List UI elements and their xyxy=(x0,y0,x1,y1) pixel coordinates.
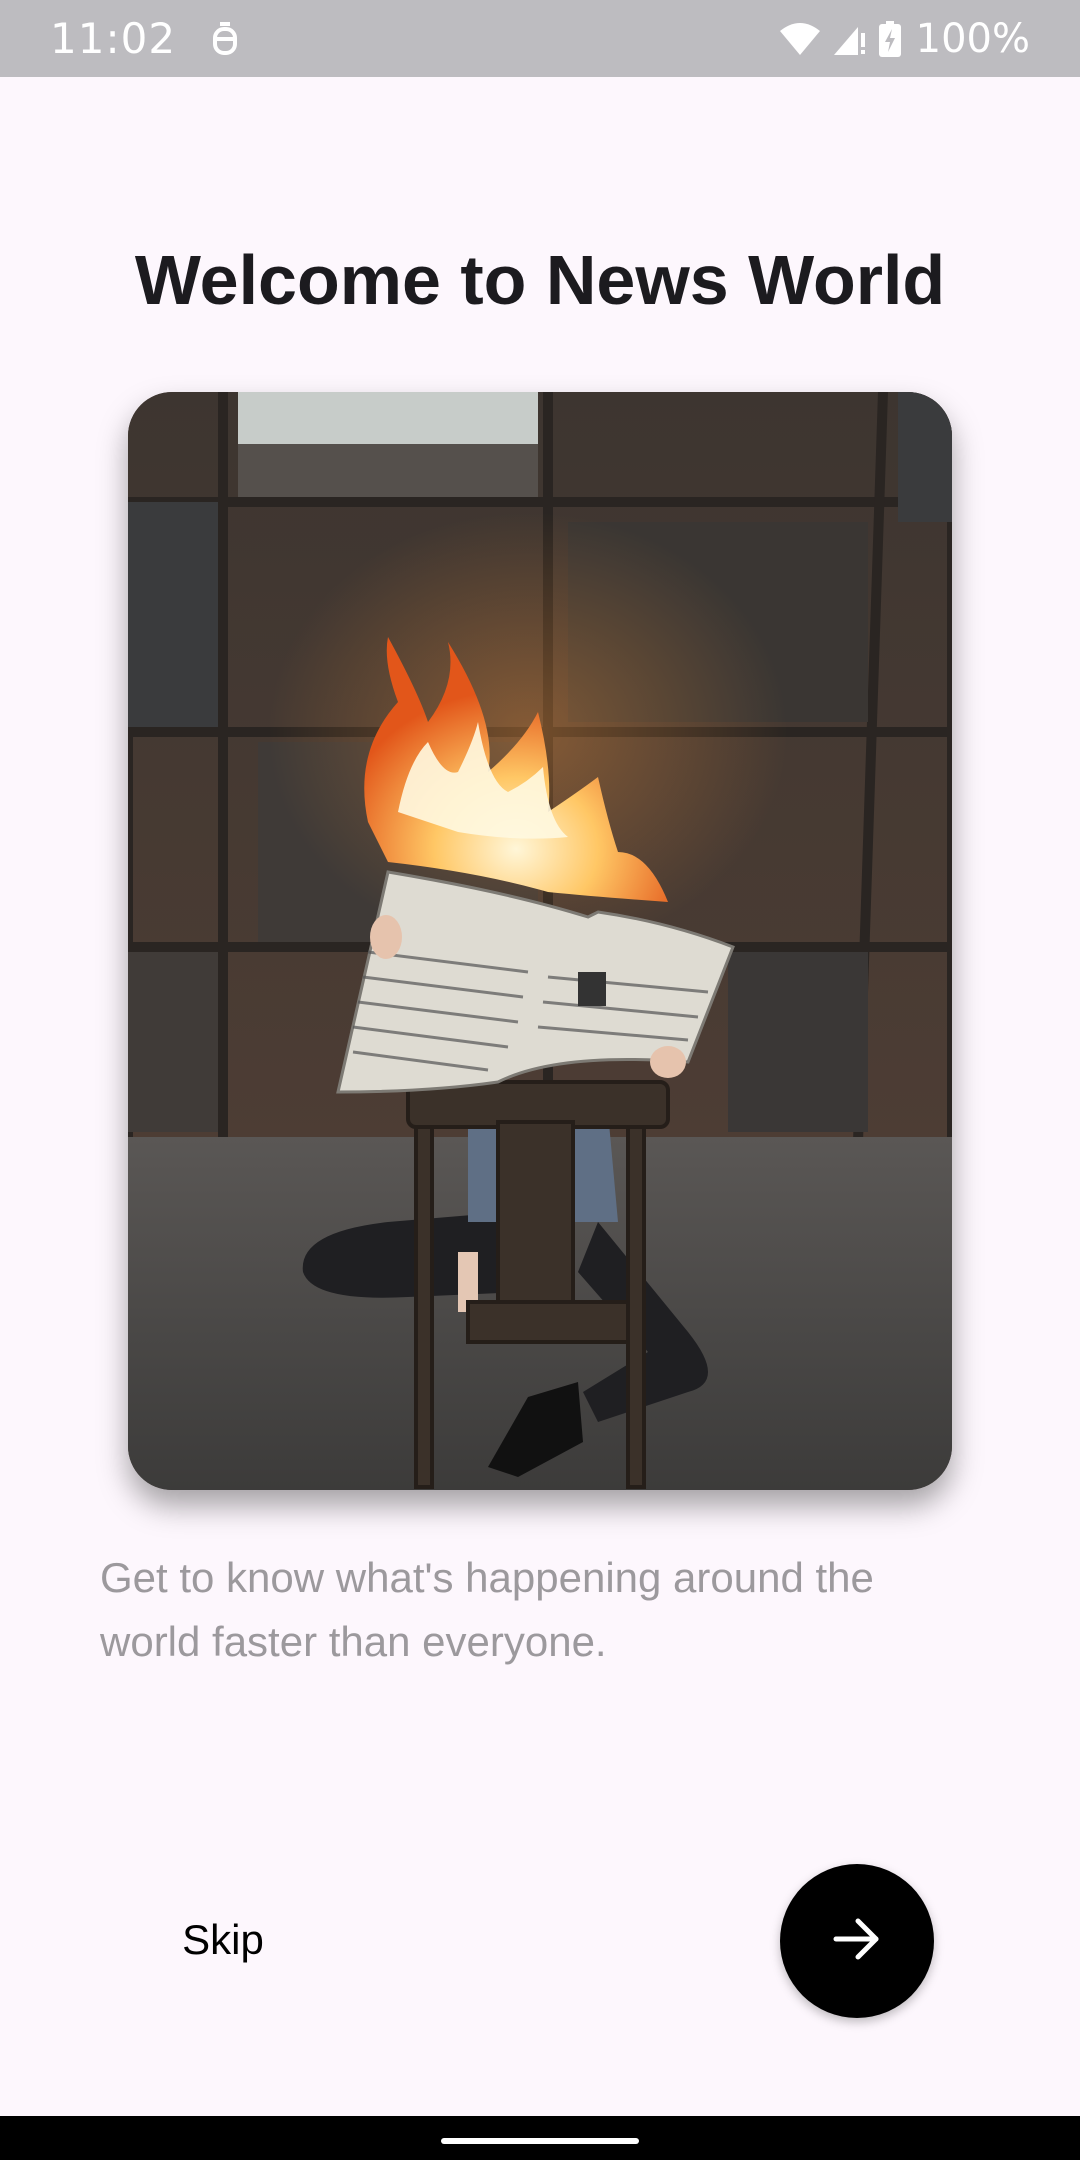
skip-label: Skip xyxy=(182,1916,264,1963)
signal-icon xyxy=(832,21,868,57)
skip-button[interactable]: Skip xyxy=(150,1906,296,1974)
notification-app-icon xyxy=(210,21,240,57)
description-text: Get to know what's happening around the … xyxy=(100,1554,874,1665)
wifi-icon xyxy=(778,21,822,57)
next-button[interactable] xyxy=(780,1864,934,2018)
status-left: 11:02 xyxy=(50,14,240,63)
arrow-right-icon xyxy=(830,1912,884,1971)
hero-image xyxy=(128,392,952,1490)
status-right: 100% xyxy=(778,16,1030,62)
battery-percentage: 100% xyxy=(915,15,1030,62)
battery-charging-icon xyxy=(878,20,902,58)
status-bar: 11:02 100% xyxy=(0,0,1080,77)
page-title: Welcome to News World xyxy=(134,241,946,319)
status-time: 11:02 xyxy=(50,14,177,63)
burning-newspaper-photo xyxy=(128,392,952,1490)
home-gesture-handle[interactable] xyxy=(441,2138,639,2144)
